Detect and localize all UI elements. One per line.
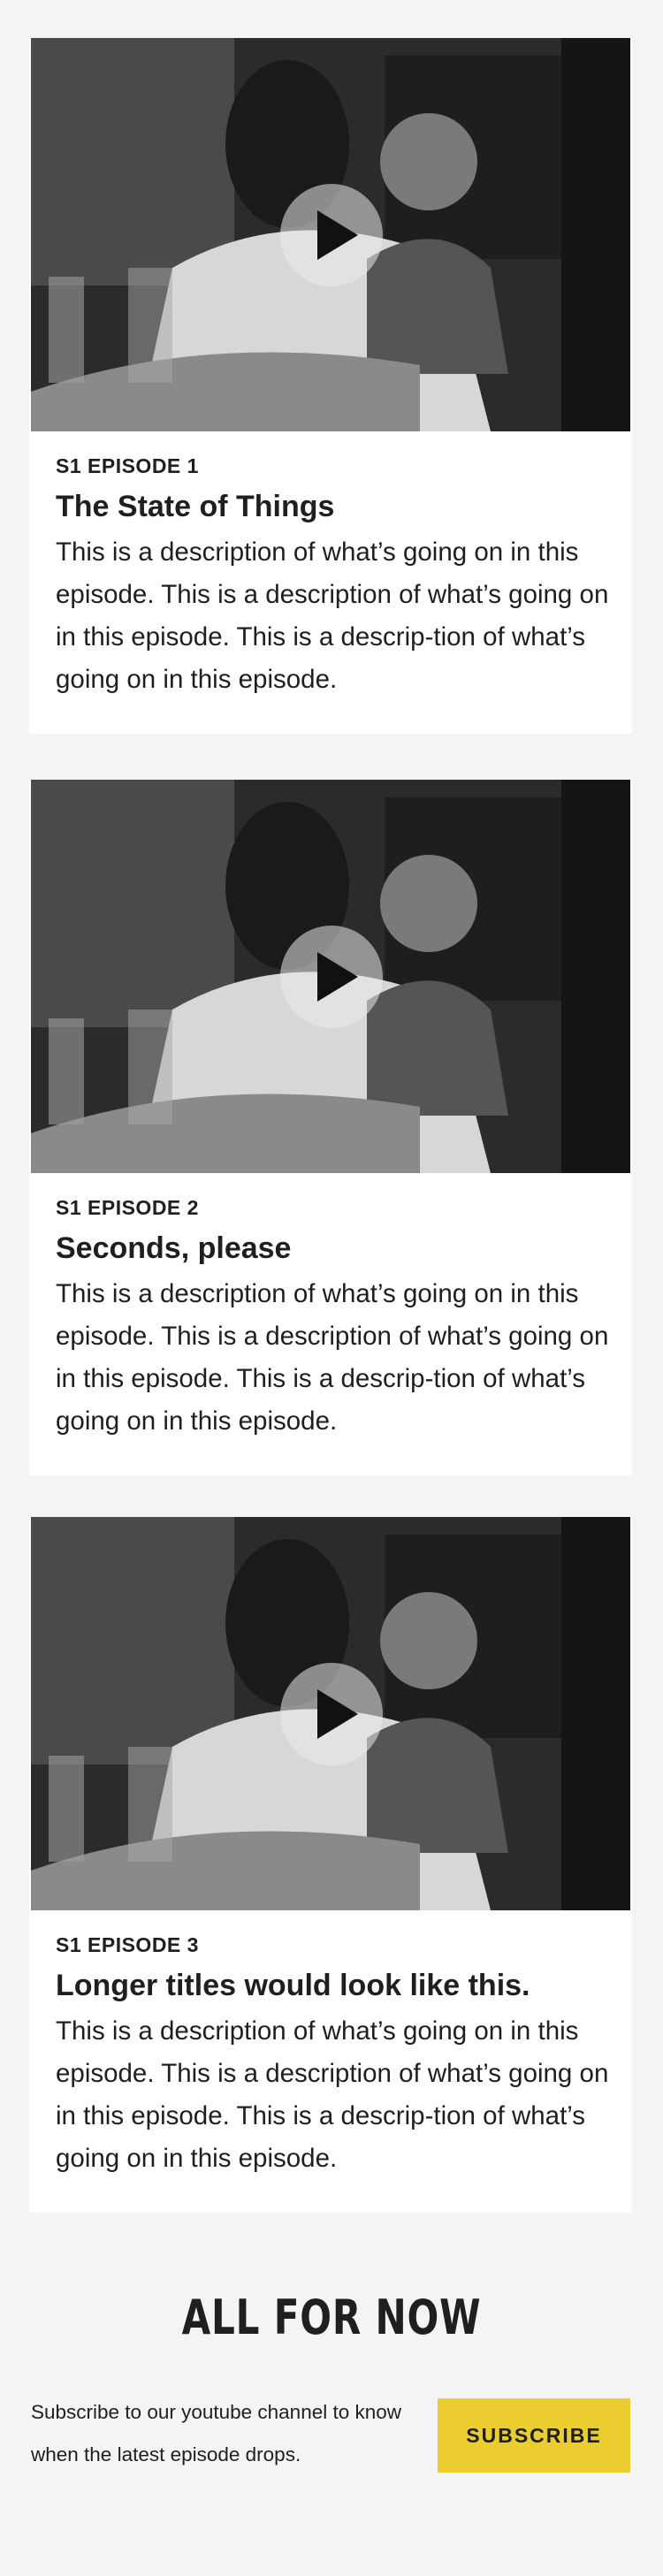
play-icon: [317, 952, 358, 1002]
episode-card: S1 EPISODE 1 The State of Things This is…: [29, 38, 632, 734]
episode-title[interactable]: The State of Things: [56, 489, 613, 524]
episode-title[interactable]: Seconds, please: [56, 1231, 613, 1266]
episode-description: This is a description of what’s going on…: [56, 1279, 609, 1436]
video-thumbnail[interactable]: [31, 38, 630, 431]
footer-heading: ALL FOR NOW: [181, 2290, 482, 2345]
episode-label: S1 EPISODE 1: [56, 454, 199, 477]
subscribe-text: Subscribe to our youtube channel to know…: [31, 2401, 402, 2465]
episode-label: S1 EPISODE 2: [56, 1196, 199, 1219]
episode-description: This is a description of what’s going on…: [56, 2016, 609, 2173]
episode-label: S1 EPISODE 3: [56, 1933, 199, 1956]
play-icon: [317, 210, 358, 260]
play-button[interactable]: [280, 926, 383, 1028]
play-button[interactable]: [280, 184, 383, 286]
subscribe-button[interactable]: SUBSCRIBE: [438, 2398, 630, 2473]
episode-meta: S1 EPISODE 3 Longer titles would look li…: [56, 1932, 613, 2180]
episode-card: S1 EPISODE 2 Seconds, please This is a d…: [29, 780, 632, 1475]
video-thumbnail[interactable]: [31, 1517, 630, 1910]
video-thumbnail[interactable]: [31, 780, 630, 1173]
episode-card: S1 EPISODE 3 Longer titles would look li…: [29, 1517, 632, 2213]
episode-meta: S1 EPISODE 2 Seconds, please This is a d…: [56, 1195, 613, 1443]
episode-title[interactable]: Longer titles would look like this.: [56, 1968, 613, 2003]
play-button[interactable]: [280, 1663, 383, 1765]
episode-description: This is a description of what’s going on…: [56, 537, 609, 694]
episode-meta: S1 EPISODE 1 The State of Things This is…: [56, 453, 613, 701]
play-icon: [317, 1689, 358, 1739]
